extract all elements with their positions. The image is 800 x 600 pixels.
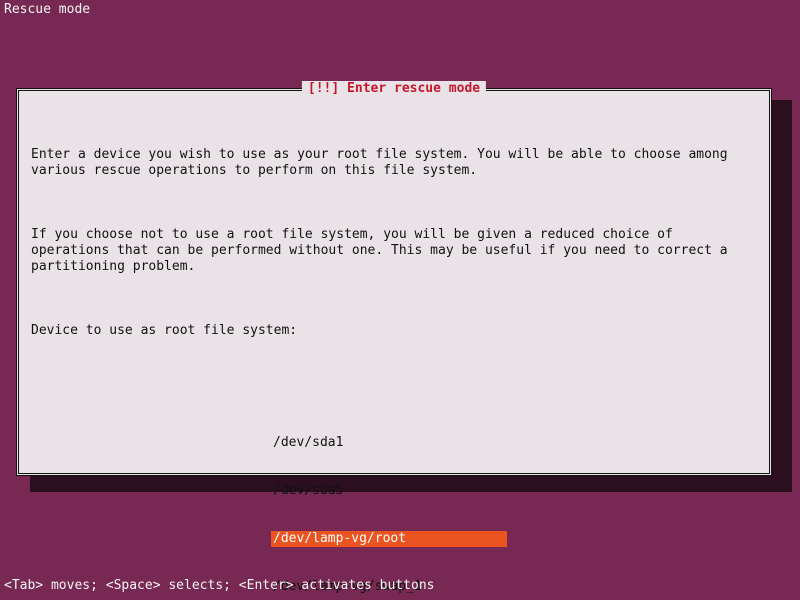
key-hint-bar: <Tab> moves; <Space> selects; <Enter> ac… bbox=[4, 578, 434, 594]
paragraph-1: Enter a device you wish to use as your r… bbox=[31, 147, 757, 179]
device-prompt: Device to use as root file system: bbox=[31, 323, 757, 339]
device-option-lamp-root[interactable]: /dev/lamp-vg/root bbox=[271, 531, 507, 547]
screen-title: Rescue mode bbox=[4, 2, 90, 18]
device-option-sda5[interactable]: /dev/sda5 bbox=[271, 483, 507, 499]
dialog-title: [!!] Enter rescue mode bbox=[302, 81, 486, 97]
dialog-body: Enter a device you wish to use as your r… bbox=[19, 91, 769, 600]
paragraph-2: If you choose not to use a root file sys… bbox=[31, 227, 757, 275]
device-option-sda1[interactable]: /dev/sda1 bbox=[271, 435, 507, 451]
device-list: /dev/sda1 /dev/sda5 /dev/lamp-vg/root /d… bbox=[271, 403, 757, 600]
dialog-panel: [!!] Enter rescue mode Enter a device yo… bbox=[16, 88, 772, 476]
